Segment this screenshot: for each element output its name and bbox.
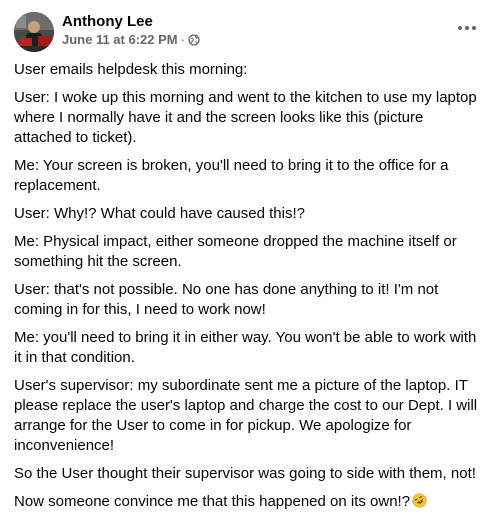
post-meta: June 11 at 6:22 PM · (62, 32, 200, 48)
post-paragraph-last: Now someone convince me that this happen… (14, 492, 484, 512)
globe-icon[interactable] (188, 34, 200, 46)
post-paragraph: User: I woke up this morning and went to… (14, 89, 477, 146)
post-paragraph-text: Now someone convince me that this happen… (14, 493, 411, 510)
post-paragraph: Me: Your screen is broken, you'll need t… (14, 157, 449, 194)
meta-separator: · (180, 32, 185, 47)
post-timestamp[interactable]: June 11 at 6:22 PM (62, 32, 178, 48)
post-header: Anthony Lee June 11 at 6:22 PM · (14, 0, 484, 52)
post-paragraph: Me: you'll need to bring it in either wa… (14, 329, 477, 366)
post-body: User emails helpdesk this morning: User:… (14, 52, 484, 512)
post-paragraph: Me: Physical impact, either someone drop… (14, 233, 457, 270)
post-paragraph: User: that's not possible. No one has do… (14, 281, 439, 318)
post-paragraph: So the User thought their supervisor was… (14, 465, 476, 482)
post-paragraph: User emails helpdesk this morning: (14, 61, 248, 78)
avatar[interactable] (14, 12, 54, 52)
post-card: Anthony Lee June 11 at 6:22 PM · User em… (0, 0, 496, 510)
more-options-button[interactable] (452, 18, 482, 38)
post-paragraph: User: Why!? What could have caused this!… (14, 205, 305, 222)
more-options-icon (458, 26, 476, 30)
author-name[interactable]: Anthony Lee (62, 12, 200, 31)
author-block: Anthony Lee June 11 at 6:22 PM · (62, 12, 200, 48)
rolling-on-the-floor-laughing-emoji-icon (412, 493, 427, 508)
post-paragraph: User's supervisor: my subordinate sent m… (14, 377, 478, 454)
